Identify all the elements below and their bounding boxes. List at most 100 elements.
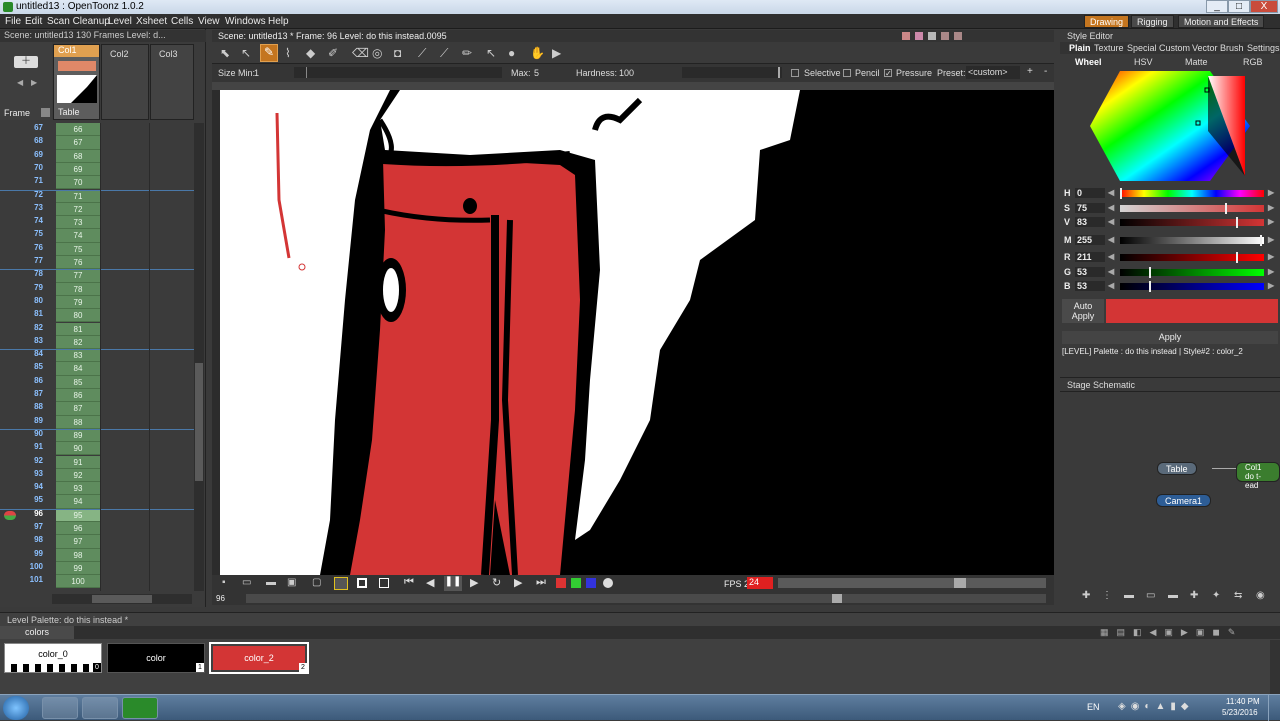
swap-icon[interactable]: ⇆ — [1234, 590, 1242, 601]
decrement-icon[interactable]: ◀ — [1108, 188, 1114, 197]
slider-v[interactable]: V 83 ◀ ▶ — [1062, 217, 1278, 229]
xsheet-cell[interactable]: 70 — [56, 176, 100, 190]
channel-value[interactable]: 53 — [1075, 281, 1105, 291]
channel-value[interactable]: 211 — [1075, 252, 1105, 262]
hardness-field[interactable]: 100 — [619, 68, 634, 78]
more-tools-icon[interactable]: ▶ — [552, 46, 561, 60]
tab-special[interactable]: Special — [1127, 43, 1157, 53]
alpha-channel-icon[interactable] — [603, 578, 613, 588]
close-button[interactable]: X — [1250, 0, 1278, 13]
xsheet-cell[interactable]: 76 — [56, 256, 100, 270]
xsheet-hscroll[interactable] — [52, 594, 192, 604]
fps-slider[interactable] — [778, 578, 1046, 588]
taskbar-app-1-icon[interactable] — [42, 697, 78, 719]
prev-frame-icon[interactable]: ◀ — [426, 576, 434, 589]
minimize-nodes-icon[interactable]: ▭ — [1146, 590, 1155, 601]
palette-toolbar-icons[interactable]: ▦▤◧◀▣▶▣◼✎ — [1100, 627, 1270, 638]
language-indicator[interactable]: EN — [1087, 702, 1100, 712]
tray-icons[interactable]: ◈◉◐▲▮◆ — [1118, 701, 1213, 713]
fps-field[interactable]: 24 — [747, 577, 773, 589]
xsheet-cell[interactable]: 71 — [56, 189, 100, 203]
xsheet-cell[interactable]: 81 — [56, 322, 100, 336]
xsheet-cell[interactable]: 82 — [56, 335, 100, 350]
freeze-icon[interactable] — [928, 32, 936, 40]
menu-view[interactable]: View — [198, 16, 220, 27]
xsheet-cell[interactable]: 87 — [56, 402, 100, 416]
first-frame-icon[interactable]: ⏮ — [404, 576, 414, 589]
new-camera-icon[interactable]: ✦ — [1212, 590, 1220, 601]
pause-button[interactable]: ❚❚ — [444, 576, 462, 591]
palette-tab-colors[interactable]: colors — [0, 626, 74, 639]
menu-cells[interactable]: Cells — [171, 16, 193, 27]
xsheet-cell[interactable]: 69 — [56, 162, 100, 177]
channel-bar[interactable] — [1120, 203, 1264, 214]
xsheet-cell[interactable]: 96 — [56, 522, 100, 536]
node-camera1[interactable]: Camera1 — [1156, 494, 1212, 507]
show-desktop-button[interactable] — [1268, 695, 1280, 721]
slider-g[interactable]: G 53 ◀ ▶ — [1062, 267, 1278, 279]
subtab-wheel[interactable]: Wheel — [1075, 57, 1102, 67]
tab-plain[interactable]: Plain — [1069, 43, 1091, 53]
tab-custom[interactable]: Custom — [1159, 43, 1190, 53]
decrement-icon[interactable]: ◀ — [1108, 252, 1114, 261]
type-tool-icon[interactable]: ◆ — [306, 46, 315, 60]
focus-icon[interactable]: ⋮ — [1102, 590, 1112, 601]
xsheet-cell[interactable]: 79 — [56, 295, 100, 310]
subtab-matte[interactable]: Matte — [1185, 57, 1208, 67]
xsheet-cell[interactable]: 74 — [56, 229, 100, 243]
tab-texture[interactable]: Texture — [1094, 43, 1124, 53]
xsheet-cell[interactable]: 85 — [56, 375, 100, 389]
color-wheel[interactable] — [1090, 71, 1250, 181]
xsheet-cell[interactable]: 99 — [56, 561, 100, 576]
menu-xsheet[interactable]: Xsheet — [136, 16, 167, 27]
xsheet-vscroll[interactable] — [194, 123, 204, 591]
selection-tool-icon[interactable]: ↖ — [241, 46, 251, 60]
xsheet-cell[interactable]: 75 — [56, 242, 100, 256]
xsheet-cell[interactable]: 93 — [56, 482, 100, 496]
xsheet-cell[interactable]: 77 — [56, 269, 100, 283]
green-channel-icon[interactable] — [571, 578, 581, 588]
channel-value[interactable]: 83 — [1075, 217, 1105, 227]
xsheet-cell[interactable]: 91 — [56, 455, 100, 469]
new-pegbar-icon[interactable]: ✚ — [1190, 590, 1198, 601]
brush-tool-icon[interactable]: ✎ — [260, 44, 278, 62]
channel-bar[interactable] — [1120, 188, 1264, 199]
xsheet-cell[interactable]: 90 — [56, 442, 100, 456]
camera-view-icon[interactable] — [902, 32, 910, 40]
checker-bg-icon[interactable]: ▪ — [222, 577, 226, 588]
red-channel-icon[interactable] — [556, 578, 566, 588]
white-bg-icon[interactable]: ▭ — [242, 577, 251, 588]
decrement-icon[interactable]: ◀ — [1108, 281, 1114, 290]
next-frame-icon[interactable]: ▶ — [514, 576, 522, 589]
size-slider[interactable] — [294, 67, 502, 78]
menu-file[interactable]: File — [5, 16, 21, 27]
maximize-nodes-icon[interactable]: ▬ — [1168, 590, 1178, 601]
menu-edit[interactable]: Edit — [25, 16, 42, 27]
xsheet-cell[interactable]: 68 — [56, 149, 100, 163]
safe-area-icon[interactable] — [334, 577, 348, 590]
channel-value[interactable]: 75 — [1075, 203, 1105, 213]
zoom-tool-icon[interactable]: ● — [508, 46, 515, 60]
reset-icon[interactable]: ▬ — [1124, 590, 1134, 601]
ruler-tool-icon[interactable]: ✏ — [462, 46, 472, 60]
animate-tool-icon[interactable]: ⬉ — [220, 46, 230, 60]
room-motion-effects[interactable]: Motion and Effects — [1178, 15, 1265, 28]
menu-level[interactable]: Level — [108, 16, 132, 27]
rgb-picker-icon[interactable]: ⟋ — [440, 46, 448, 61]
tab-vector-brush[interactable]: Vector Brush — [1192, 43, 1244, 53]
xsheet-cell[interactable]: 88 — [56, 415, 100, 429]
increment-icon[interactable]: ▶ — [1268, 188, 1274, 197]
node-col1[interactable]: Col1 do t-ead — [1236, 462, 1280, 490]
room-drawing[interactable]: Drawing — [1084, 15, 1130, 28]
increment-icon[interactable]: ▶ — [1268, 217, 1274, 226]
palette-scroll[interactable] — [1270, 640, 1280, 695]
xsheet-cell[interactable]: 92 — [56, 468, 100, 483]
tab-settings[interactable]: Settings — [1247, 43, 1280, 53]
3d-view-icon[interactable] — [915, 32, 923, 40]
xsheet-cell[interactable]: 94 — [56, 495, 100, 509]
auto-apply-toggle[interactable]: Auto Apply — [1062, 299, 1104, 323]
channel-bar[interactable] — [1120, 252, 1264, 263]
hardness-slider[interactable] — [682, 67, 782, 78]
xsheet-cell[interactable]: 86 — [56, 389, 100, 403]
increment-icon[interactable]: ▶ — [1268, 203, 1274, 212]
